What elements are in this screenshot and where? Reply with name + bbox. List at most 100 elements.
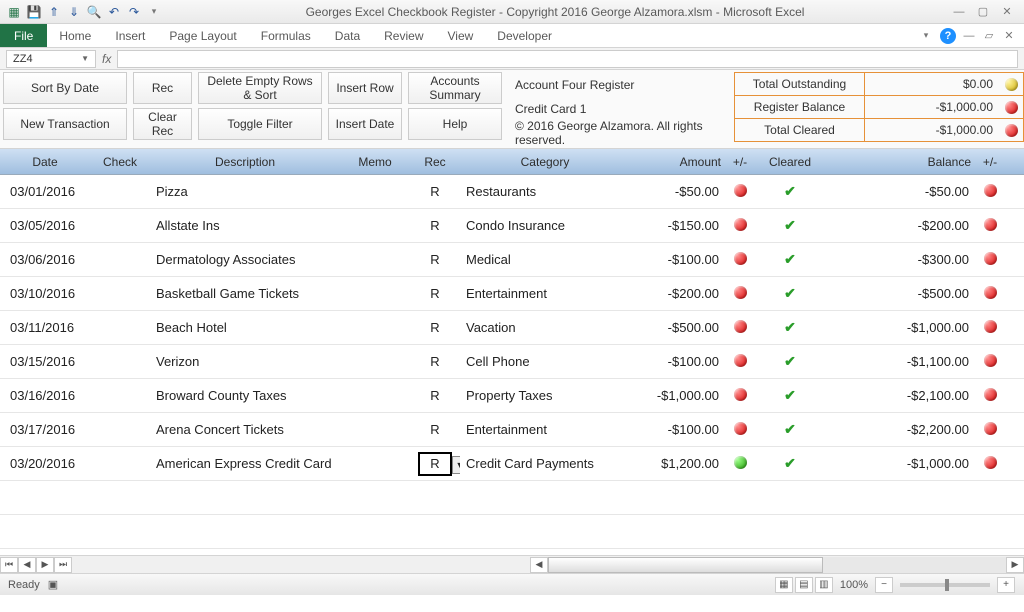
table-row[interactable]: 03/20/2016 American Express Credit Card …	[0, 447, 1024, 481]
tab-view[interactable]: View	[436, 24, 486, 47]
formula-input[interactable]	[117, 50, 1018, 68]
table-row-empty[interactable]	[0, 481, 1024, 515]
hscroll-left-icon[interactable]: ◀	[530, 557, 548, 573]
table-row[interactable]: 03/11/2016 Beach Hotel R Vacation -$500.…	[0, 311, 1024, 345]
cell-amount: -$100.00	[630, 354, 725, 369]
tab-page-layout[interactable]: Page Layout	[157, 24, 248, 47]
header-check: Check	[90, 155, 150, 169]
undo-icon[interactable]: ↶	[106, 4, 122, 20]
help-icon[interactable]: ?	[940, 28, 956, 44]
redo-icon[interactable]: ↷	[126, 4, 142, 20]
macro-record-icon[interactable]: ▣	[48, 578, 58, 591]
minimize-button[interactable]: —	[952, 5, 966, 19]
tab-insert[interactable]: Insert	[103, 24, 157, 47]
status-dot-icon	[734, 388, 747, 401]
table-row[interactable]: 03/17/2016 Arena Concert Tickets R Enter…	[0, 413, 1024, 447]
cell-date: 03/20/2016	[0, 456, 90, 471]
cell-rec: R	[410, 184, 460, 199]
workbook-restore-icon[interactable]: ▱	[982, 29, 996, 43]
hscroll-thumb[interactable]	[548, 557, 823, 573]
workbook-minimize-icon[interactable]: —	[962, 29, 976, 43]
header-rec: Rec	[410, 155, 460, 169]
close-button[interactable]: ✕	[1000, 5, 1014, 19]
save-icon[interactable]: 💾	[26, 4, 42, 20]
zoom-in-icon[interactable]: +	[997, 577, 1015, 593]
insert-row-button[interactable]: Insert Row	[328, 72, 402, 104]
cell-cleared: ✔	[755, 183, 825, 200]
view-page-break-icon[interactable]: ▥	[815, 577, 833, 593]
cell-pm-dot	[725, 388, 755, 404]
summary-label: Register Balance	[735, 96, 865, 118]
tab-developer[interactable]: Developer	[485, 24, 564, 47]
summary-label: Total Cleared	[735, 119, 865, 141]
window-title: Georges Excel Checkbook Register - Copyr…	[168, 5, 942, 19]
status-dot-icon	[734, 286, 747, 299]
fx-icon[interactable]: fx	[102, 52, 111, 66]
table-row-empty[interactable]	[0, 515, 1024, 549]
cell-pm-dot	[725, 286, 755, 302]
register-body[interactable]: 03/01/2016 Pizza R Restaurants -$50.00 ✔…	[0, 175, 1024, 555]
tab-review[interactable]: Review	[372, 24, 435, 47]
file-tab[interactable]: File	[0, 24, 47, 47]
maximize-button[interactable]: ▢	[976, 5, 990, 19]
tab-scroll-first-icon[interactable]: ⏮	[0, 557, 18, 573]
help-button[interactable]: Help	[408, 108, 502, 140]
cell-rec: R	[410, 286, 460, 301]
cell-pm-dot	[725, 184, 755, 200]
table-row[interactable]: 03/15/2016 Verizon R Cell Phone -$100.00…	[0, 345, 1024, 379]
view-page-layout-icon[interactable]: ▤	[795, 577, 813, 593]
cell-balance: -$300.00	[825, 252, 975, 267]
cell-category: Credit Card Payments	[460, 456, 630, 471]
toggle-filter-button[interactable]: Toggle Filter	[198, 108, 322, 140]
tab-scroll-next-icon[interactable]: ▶	[36, 557, 54, 573]
cell-pm2-dot	[975, 422, 1005, 438]
check-icon: ✔	[784, 319, 796, 335]
rec-dropdown[interactable]: R ▼ R	[418, 452, 452, 476]
clear-rec-button[interactable]: Clear Rec	[133, 108, 192, 140]
zoom-out-icon[interactable]: −	[875, 577, 893, 593]
accounts-summary-button[interactable]: Accounts Summary	[408, 72, 502, 104]
name-box[interactable]: ZZ4 ▼	[6, 50, 96, 68]
cell-amount: $1,200.00	[630, 456, 725, 471]
cell-amount: -$200.00	[630, 286, 725, 301]
summary-box: Total Outstanding $0.00 Register Balance…	[734, 70, 1024, 148]
rec-button[interactable]: Rec	[133, 72, 192, 104]
tab-scroll-last-icon[interactable]: ⏭	[54, 557, 72, 573]
cell-pm-dot	[725, 218, 755, 234]
workbook-close-icon[interactable]: ✕	[1002, 29, 1016, 43]
cell-date: 03/11/2016	[0, 320, 90, 335]
cell-rec[interactable]: R ▼ R	[410, 452, 460, 476]
sort-asc-icon[interactable]: ⇑	[46, 4, 62, 20]
summary-value: $0.00	[865, 73, 999, 95]
cell-date: 03/16/2016	[0, 388, 90, 403]
delete-empty-button[interactable]: Delete Empty Rows & Sort	[198, 72, 322, 104]
table-row[interactable]: 03/05/2016 Allstate Ins R Condo Insuranc…	[0, 209, 1024, 243]
zoom-slider[interactable]	[900, 583, 990, 587]
cell-amount: -$50.00	[630, 184, 725, 199]
table-row[interactable]: 03/16/2016 Broward County Taxes R Proper…	[0, 379, 1024, 413]
cell-description: Allstate Ins	[150, 218, 340, 233]
table-row[interactable]: 03/01/2016 Pizza R Restaurants -$50.00 ✔…	[0, 175, 1024, 209]
sort-desc-icon[interactable]: ⇓	[66, 4, 82, 20]
tab-home[interactable]: Home	[47, 24, 103, 47]
hscroll-track[interactable]	[548, 557, 1006, 573]
cell-category: Property Taxes	[460, 388, 630, 403]
tool-grid: Sort By Date Rec Delete Empty Rows & Sor…	[0, 70, 505, 148]
qat-dropdown-icon[interactable]: ▾	[146, 4, 162, 20]
status-dot-icon	[734, 218, 747, 231]
insert-date-button[interactable]: Insert Date	[328, 108, 402, 140]
new-transaction-button[interactable]: New Transaction	[3, 108, 127, 140]
tab-formulas[interactable]: Formulas	[249, 24, 323, 47]
header-category: Category	[460, 155, 630, 169]
tab-data[interactable]: Data	[323, 24, 372, 47]
table-row[interactable]: 03/10/2016 Basketball Game Tickets R Ent…	[0, 277, 1024, 311]
table-row[interactable]: 03/06/2016 Dermatology Associates R Medi…	[0, 243, 1024, 277]
hscroll-right-icon[interactable]: ▶	[1006, 557, 1024, 573]
view-normal-icon[interactable]: ▦	[775, 577, 793, 593]
name-box-dropdown-icon[interactable]: ▼	[81, 54, 89, 63]
find-icon[interactable]: 🔍	[86, 4, 102, 20]
sort-by-date-button[interactable]: Sort By Date	[3, 72, 127, 104]
ribbon-min-icon[interactable]: ▾	[918, 28, 934, 44]
tab-scroll-prev-icon[interactable]: ◀	[18, 557, 36, 573]
chevron-down-icon[interactable]: ▼	[452, 456, 460, 474]
